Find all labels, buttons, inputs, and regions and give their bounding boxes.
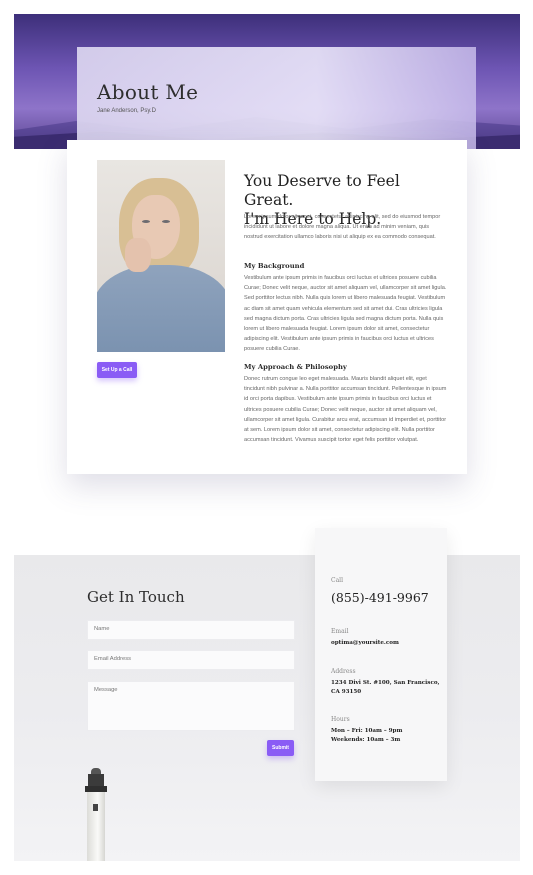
hours-label: Hours [331,716,350,723]
address-label: Address [331,668,356,675]
email-field[interactable]: Email Address [87,650,295,670]
email-address[interactable]: optima@yoursite.com [331,639,441,648]
background-heading: My Background [244,262,305,270]
page-subtitle: Jane Anderson, Psy.D [97,108,156,114]
message-field[interactable]: Message [87,681,295,731]
page-title: About Me [97,80,199,104]
hours-weekend: Weekends: 10am – 3m [331,737,401,743]
email-label: Email [331,628,349,635]
submit-button[interactable]: Submit [267,740,294,756]
portrait-photo [97,160,225,352]
name-field[interactable]: Name [87,620,295,640]
street-address: 1234 Divi St. #100, San Francisco, CA 93… [331,680,440,695]
contact-title: Get In Touch [87,588,185,606]
about-intro-text: Lorem ipsum dolor sit amet, consectetur … [244,214,441,241]
approach-heading: My Approach & Philosophy [244,363,347,371]
lighthouse-image [82,768,110,861]
set-up-call-button[interactable]: Set Up a Call [97,362,137,378]
approach-text: Donec rutrum congue leo eget malesuada. … [244,376,447,444]
background-text: Vestibulum ante ipsum primis in faucibus… [244,275,447,353]
phone-number[interactable]: (855)-491-9967 [331,590,429,605]
call-label: Call [331,577,344,584]
hours-weekday: Mon – Fri: 10am – 9pm [331,728,403,734]
